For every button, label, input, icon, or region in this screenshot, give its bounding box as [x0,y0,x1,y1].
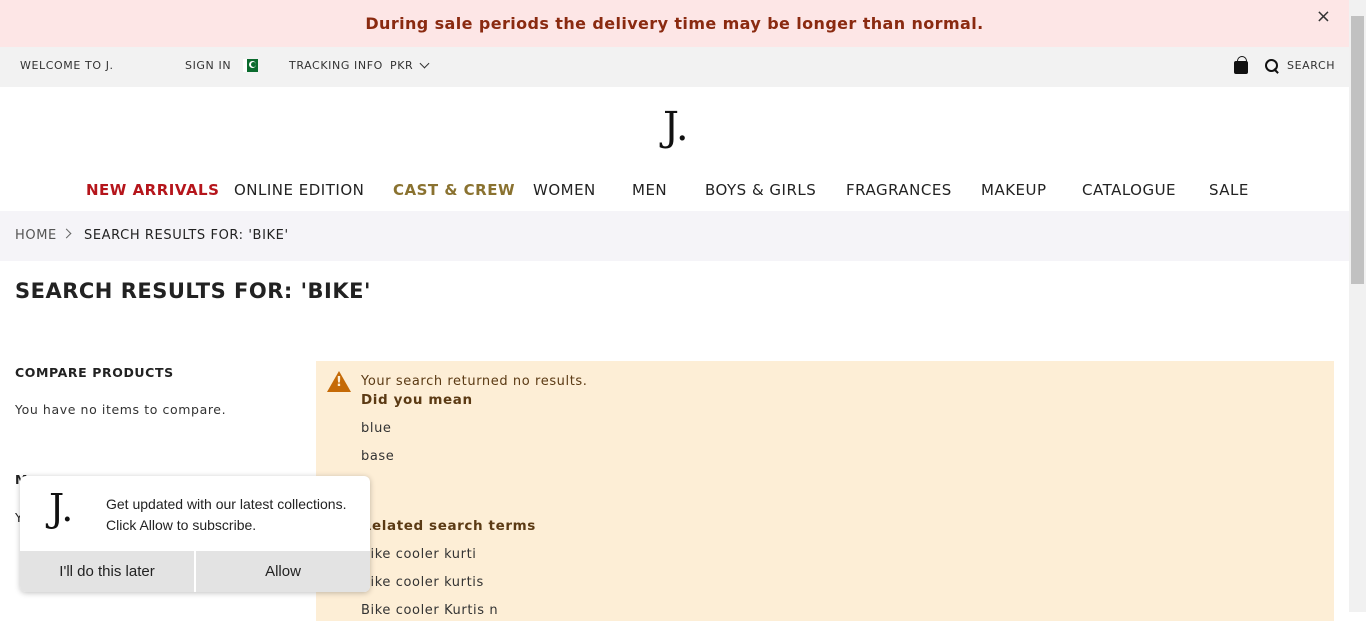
announcement-bar: During sale periods the delivery time ma… [0,0,1349,47]
breadcrumb-home[interactable]: HOME [15,228,57,243]
related-term-link[interactable]: Bike cooler Kurtis n [361,603,498,618]
sign-in-link[interactable]: SIGN IN [185,59,231,72]
site-logo[interactable]: J. [663,104,689,150]
welcome-text: WELCOME TO J. [20,59,114,72]
allow-button[interactable]: Allow [196,551,370,592]
related-term-link[interactable]: Bike cooler kurti [361,547,477,562]
announcement-text: During sale periods the delivery time ma… [365,14,984,33]
related-terms-title: Related search terms [361,518,536,534]
chevron-down-icon [419,58,430,69]
shopping-bag-icon[interactable] [1234,56,1248,74]
main-nav: NEW ARRIVALS ONLINE EDITION CAST & CREW … [0,178,1349,204]
nav-men[interactable]: MEN [632,181,667,199]
compare-title: COMPARE PRODUCTS [15,365,174,380]
nav-sale[interactable]: SALE [1209,181,1249,199]
suggestion-link[interactable]: base [361,449,394,464]
close-icon[interactable]: × [1316,6,1331,27]
later-button[interactable]: I'll do this later [20,551,194,592]
chevron-right-icon [61,228,72,239]
breadcrumb-current: SEARCH RESULTS FOR: 'BIKE' [84,228,289,243]
search-link[interactable]: SEARCH [1287,59,1335,72]
scrollbar[interactable] [1349,0,1366,612]
top-bar: WELCOME TO J. SIGN IN TRACKING INFO PKR … [0,47,1349,87]
nav-fragrances[interactable]: FRAGRANCES [846,181,952,199]
pakistan-flag-icon[interactable] [243,59,258,72]
popup-logo: J. [49,486,74,530]
search-icon[interactable] [1265,59,1280,74]
nav-women[interactable]: WOMEN [533,181,596,199]
nav-cast-crew[interactable]: CAST & CREW [393,181,515,199]
no-results-notice: Your search returned no results. Did you… [316,361,1334,621]
nav-new-arrivals[interactable]: NEW ARRIVALS [86,181,219,199]
did-you-mean-title: Did you mean [361,392,473,408]
tracking-info-link[interactable]: TRACKING INFO [289,59,383,72]
currency-selector[interactable]: PKR [390,58,430,72]
warning-icon [327,371,351,392]
nav-makeup[interactable]: MAKEUP [981,181,1047,199]
page-title: SEARCH RESULTS FOR: 'BIKE' [15,279,371,303]
popup-message: Get updated with our latest collections.… [106,494,346,536]
nav-catalogue[interactable]: CATALOGUE [1082,181,1176,199]
related-term-link[interactable]: Bike cooler kurtis [361,575,484,590]
nav-boys-girls[interactable]: BOYS & GIRLS [705,181,816,199]
suggestion-link[interactable]: blue [361,421,392,436]
popup-line-2: Click Allow to subscribe. [106,517,257,533]
scroll-thumb[interactable] [1351,16,1364,284]
breadcrumb: HOME SEARCH RESULTS FOR: 'BIKE' [0,211,1349,261]
currency-label: PKR [390,59,414,72]
nav-online-edition[interactable]: ONLINE EDITION [234,181,364,199]
popup-line-1: Get updated with our latest collections. [106,496,347,512]
notice-message: Your search returned no results. [361,374,588,389]
compare-text: You have no items to compare. [15,402,227,417]
subscribe-popup: J. Get updated with our latest collectio… [20,476,370,592]
